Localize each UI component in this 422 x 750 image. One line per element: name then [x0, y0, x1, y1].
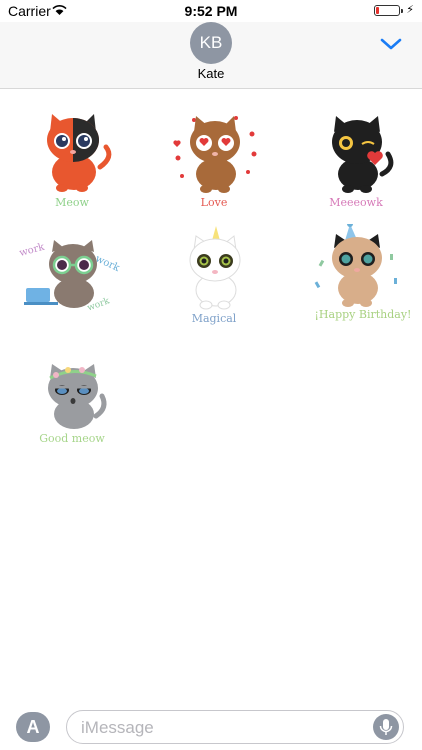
- orange-cat-icon: [47, 114, 112, 192]
- imessage-input[interactable]: [79, 717, 363, 739]
- sticker-label: ¡Happy Birthday!: [314, 308, 412, 321]
- microphone-button[interactable]: [373, 714, 399, 740]
- app-store-icon: A: [26, 717, 40, 737]
- unicorn-cat-icon: [189, 226, 241, 310]
- charging-icon: ⚡: [406, 4, 414, 16]
- sticker-label: Meow: [55, 196, 89, 209]
- sticker-label: Love: [200, 196, 228, 209]
- sticker-grey-cat[interactable]: Good meow: [22, 364, 122, 474]
- message-field[interactable]: [66, 710, 404, 744]
- clock: 9:52 PM: [184, 3, 238, 19]
- sticker-birthday-cat[interactable]: ¡Happy Birthday!: [306, 224, 411, 334]
- conversation-header: KB Kate: [0, 22, 422, 89]
- chevron-down-icon[interactable]: [378, 34, 404, 54]
- battery-icon: [374, 5, 403, 16]
- sticker-label: Meeeowk: [329, 196, 383, 209]
- avatar[interactable]: KB: [190, 22, 232, 64]
- battery-level: [376, 7, 379, 14]
- message-input-bar: A: [0, 700, 422, 750]
- sticker-unicorn-cat[interactable]: Magical: [164, 224, 264, 334]
- party-cat-icon: [314, 224, 397, 307]
- black-cat-wink-icon: [332, 116, 394, 193]
- sticker-black-cat-wink[interactable]: Meeeowk: [306, 112, 406, 222]
- brown-cat-hearts-icon: [173, 116, 257, 193]
- sticker-label: Magical: [191, 312, 237, 325]
- grey-cat-flower-icon: [48, 364, 107, 429]
- cat-laptop-glasses-icon: work work work: [18, 240, 122, 314]
- contact-name[interactable]: Kate: [0, 66, 422, 81]
- sticker-cat-work[interactable]: work work work work: [18, 238, 128, 348]
- app-store-button[interactable]: A: [16, 712, 50, 742]
- svg-text:work: work: [93, 253, 122, 274]
- microphone-icon: [379, 719, 393, 735]
- sticker-orange-cat[interactable]: Meow: [22, 112, 122, 222]
- svg-text:work: work: [18, 242, 46, 259]
- sticker-label: Good meow: [39, 432, 105, 445]
- sticker-brown-cat-love[interactable]: Love: [164, 112, 264, 222]
- status-bar: Carrier 9:52 PM ⚡: [0, 0, 422, 22]
